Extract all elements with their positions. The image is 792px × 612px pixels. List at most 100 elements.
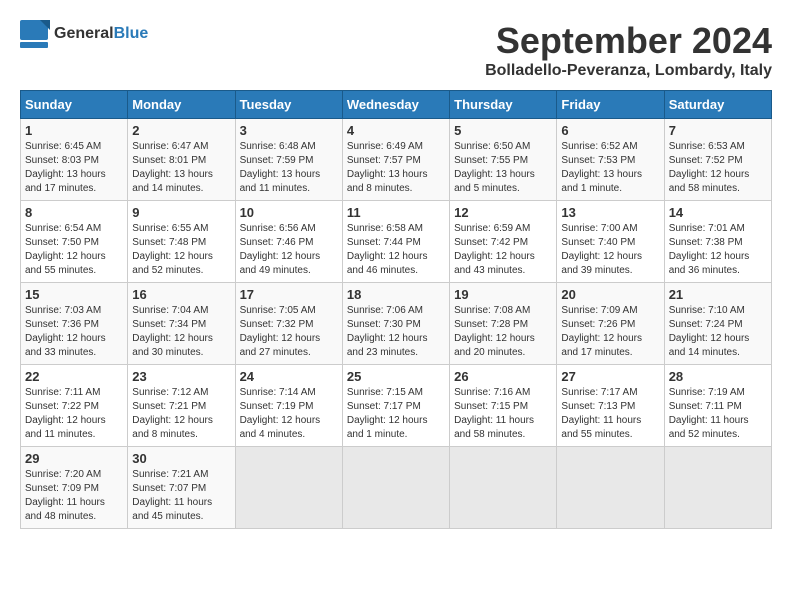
calendar-cell: 30 Sunrise: 7:21 AMSunset: 7:07 PMDayligh… xyxy=(128,447,235,529)
day-number: 5 xyxy=(454,123,552,138)
day-detail: Sunrise: 7:10 AMSunset: 7:24 PMDaylight:… xyxy=(669,305,750,358)
day-detail: Sunrise: 6:55 AMSunset: 7:48 PMDaylight:… xyxy=(132,223,213,276)
calendar-cell: 18 Sunrise: 7:06 AMSunset: 7:30 PMDayligh… xyxy=(342,283,449,365)
location-title: Bolladello-Peveranza, Lombardy, Italy xyxy=(485,62,772,80)
day-detail: Sunrise: 7:08 AMSunset: 7:28 PMDaylight:… xyxy=(454,305,535,358)
day-number: 18 xyxy=(347,287,445,302)
calendar-cell: 21 Sunrise: 7:10 AMSunset: 7:24 PMDayligh… xyxy=(664,283,771,365)
calendar-cell: 10 Sunrise: 6:56 AMSunset: 7:46 PMDayligh… xyxy=(235,201,342,283)
day-number: 30 xyxy=(132,451,230,466)
day-detail: Sunrise: 7:12 AMSunset: 7:21 PMDaylight:… xyxy=(132,387,213,440)
calendar-table: Sunday Monday Tuesday Wednesday Thursday… xyxy=(20,90,772,529)
day-number: 23 xyxy=(132,369,230,384)
day-detail: Sunrise: 6:48 AMSunset: 7:59 PMDaylight:… xyxy=(240,141,321,194)
day-number: 24 xyxy=(240,369,338,384)
day-detail: Sunrise: 7:14 AMSunset: 7:19 PMDaylight:… xyxy=(240,387,321,440)
col-monday: Monday xyxy=(128,91,235,119)
day-number: 26 xyxy=(454,369,552,384)
day-detail: Sunrise: 7:17 AMSunset: 7:13 PMDaylight:… xyxy=(561,387,641,440)
day-detail: Sunrise: 6:45 AMSunset: 8:03 PMDaylight:… xyxy=(25,141,106,194)
day-detail: Sunrise: 6:50 AMSunset: 7:55 PMDaylight:… xyxy=(454,141,535,194)
day-detail: Sunrise: 7:15 AMSunset: 7:17 PMDaylight:… xyxy=(347,387,428,440)
logo-blue: Blue xyxy=(114,25,149,42)
calendar-cell xyxy=(342,447,449,529)
day-number: 10 xyxy=(240,205,338,220)
calendar-cell xyxy=(557,447,664,529)
calendar-cell: 6 Sunrise: 6:52 AMSunset: 7:53 PMDaylight… xyxy=(557,119,664,201)
calendar-cell: 4 Sunrise: 6:49 AMSunset: 7:57 PMDaylight… xyxy=(342,119,449,201)
logo-general: General xyxy=(54,25,114,42)
calendar-cell: 12 Sunrise: 6:59 AMSunset: 7:42 PMDayligh… xyxy=(450,201,557,283)
calendar-cell: 14 Sunrise: 7:01 AMSunset: 7:38 PMDayligh… xyxy=(664,201,771,283)
calendar-cell: 5 Sunrise: 6:50 AMSunset: 7:55 PMDaylight… xyxy=(450,119,557,201)
logo: GeneralBlue xyxy=(20,20,148,48)
day-detail: Sunrise: 6:49 AMSunset: 7:57 PMDaylight:… xyxy=(347,141,428,194)
calendar-cell: 11 Sunrise: 6:58 AMSunset: 7:44 PMDayligh… xyxy=(342,201,449,283)
calendar-cell: 26 Sunrise: 7:16 AMSunset: 7:15 PMDayligh… xyxy=(450,365,557,447)
day-number: 16 xyxy=(132,287,230,302)
calendar-cell: 28Sunrise: 7:19 AMSunset: 7:11 PMDayligh… xyxy=(664,365,771,447)
day-detail: Sunrise: 7:20 AMSunset: 7:09 PMDaylight:… xyxy=(25,469,105,522)
calendar-cell xyxy=(664,447,771,529)
day-number: 9 xyxy=(132,205,230,220)
day-number: 13 xyxy=(561,205,659,220)
month-title: September 2024 xyxy=(485,20,772,62)
day-detail: Sunrise: 6:59 AMSunset: 7:42 PMDaylight:… xyxy=(454,223,535,276)
day-detail: Sunrise: 7:03 AMSunset: 7:36 PMDaylight:… xyxy=(25,305,106,358)
calendar-cell: 9 Sunrise: 6:55 AMSunset: 7:48 PMDaylight… xyxy=(128,201,235,283)
day-detail: Sunrise: 7:06 AMSunset: 7:30 PMDaylight:… xyxy=(347,305,428,358)
calendar-week-0: 1 Sunrise: 6:45 AMSunset: 8:03 PMDaylight… xyxy=(21,119,772,201)
day-detail: Sunrise: 7:01 AMSunset: 7:38 PMDaylight:… xyxy=(669,223,750,276)
day-number: 28 xyxy=(669,369,767,384)
day-detail: Sunrise: 7:04 AMSunset: 7:34 PMDaylight:… xyxy=(132,305,213,358)
col-tuesday: Tuesday xyxy=(235,91,342,119)
day-number: 20 xyxy=(561,287,659,302)
day-detail: Sunrise: 7:21 AMSunset: 7:07 PMDaylight:… xyxy=(132,469,212,522)
day-number: 27 xyxy=(561,369,659,384)
calendar-cell xyxy=(450,447,557,529)
day-number: 12 xyxy=(454,205,552,220)
calendar-cell: 15 Sunrise: 7:03 AMSunset: 7:36 PMDayligh… xyxy=(21,283,128,365)
day-number: 21 xyxy=(669,287,767,302)
day-number: 22 xyxy=(25,369,123,384)
col-friday: Friday xyxy=(557,91,664,119)
day-number: 14 xyxy=(669,205,767,220)
day-number: 2 xyxy=(132,123,230,138)
calendar-cell: 27 Sunrise: 7:17 AMSunset: 7:13 PMDayligh… xyxy=(557,365,664,447)
col-sunday: Sunday xyxy=(21,91,128,119)
day-detail: Sunrise: 7:11 AMSunset: 7:22 PMDaylight:… xyxy=(25,387,106,440)
day-number: 6 xyxy=(561,123,659,138)
calendar-week-1: 8Sunrise: 6:54 AMSunset: 7:50 PMDaylight… xyxy=(21,201,772,283)
day-number: 25 xyxy=(347,369,445,384)
day-number: 4 xyxy=(347,123,445,138)
day-detail: Sunrise: 6:56 AMSunset: 7:46 PMDaylight:… xyxy=(240,223,321,276)
calendar-week-2: 15 Sunrise: 7:03 AMSunset: 7:36 PMDayligh… xyxy=(21,283,772,365)
day-detail: Sunrise: 6:58 AMSunset: 7:44 PMDaylight:… xyxy=(347,223,428,276)
calendar-cell: 22 Sunrise: 7:11 AMSunset: 7:22 PMDayligh… xyxy=(21,365,128,447)
day-detail: Sunrise: 6:53 AMSunset: 7:52 PMDaylight:… xyxy=(669,141,750,194)
col-saturday: Saturday xyxy=(664,91,771,119)
calendar-cell: 23 Sunrise: 7:12 AMSunset: 7:21 PMDayligh… xyxy=(128,365,235,447)
day-number: 11 xyxy=(347,205,445,220)
calendar-cell: 16 Sunrise: 7:04 AMSunset: 7:34 PMDayligh… xyxy=(128,283,235,365)
calendar-cell: 3Sunrise: 6:48 AMSunset: 7:59 PMDaylight… xyxy=(235,119,342,201)
calendar-cell xyxy=(235,447,342,529)
day-number: 15 xyxy=(25,287,123,302)
header-row: Sunday Monday Tuesday Wednesday Thursday… xyxy=(21,91,772,119)
day-detail: Sunrise: 7:16 AMSunset: 7:15 PMDaylight:… xyxy=(454,387,534,440)
day-number: 19 xyxy=(454,287,552,302)
calendar-cell: 13Sunrise: 7:00 AMSunset: 7:40 PMDayligh… xyxy=(557,201,664,283)
day-detail: Sunrise: 7:05 AMSunset: 7:32 PMDaylight:… xyxy=(240,305,321,358)
day-number: 8 xyxy=(25,205,123,220)
calendar-cell: 1 Sunrise: 6:45 AMSunset: 8:03 PMDaylight… xyxy=(21,119,128,201)
calendar-cell: 29Sunrise: 7:20 AMSunset: 7:09 PMDayligh… xyxy=(21,447,128,529)
col-thursday: Thursday xyxy=(450,91,557,119)
calendar-cell: 19 Sunrise: 7:08 AMSunset: 7:28 PMDayligh… xyxy=(450,283,557,365)
day-detail: Sunrise: 7:09 AMSunset: 7:26 PMDaylight:… xyxy=(561,305,642,358)
day-number: 1 xyxy=(25,123,123,138)
day-detail: Sunrise: 6:47 AMSunset: 8:01 PMDaylight:… xyxy=(132,141,213,194)
day-detail: Sunrise: 6:52 AMSunset: 7:53 PMDaylight:… xyxy=(561,141,642,194)
calendar-week-4: 29Sunrise: 7:20 AMSunset: 7:09 PMDayligh… xyxy=(21,447,772,529)
logo-icon xyxy=(20,20,50,48)
calendar-cell: 24 Sunrise: 7:14 AMSunset: 7:19 PMDayligh… xyxy=(235,365,342,447)
